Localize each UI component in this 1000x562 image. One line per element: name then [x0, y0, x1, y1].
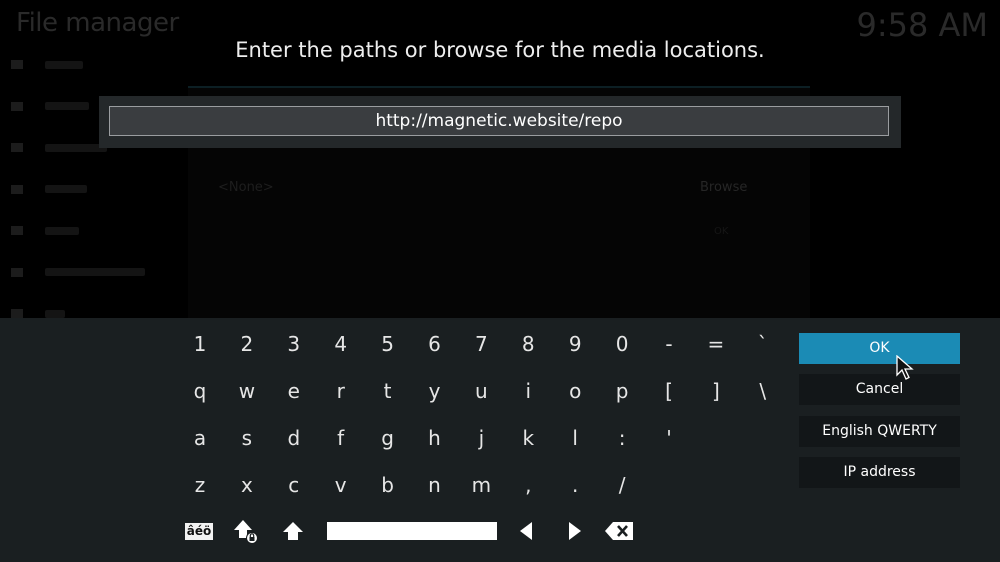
- folder-icon: [11, 101, 23, 111]
- caps-lock-key[interactable]: [228, 516, 264, 546]
- key[interactable]: a: [180, 420, 220, 456]
- key[interactable]: b: [368, 467, 408, 503]
- key[interactable]: o: [555, 373, 595, 409]
- key[interactable]: 8: [508, 326, 548, 362]
- source-path-value: <None>: [218, 180, 274, 195]
- key[interactable]: f: [321, 420, 361, 456]
- key[interactable]: 4: [321, 326, 361, 362]
- key[interactable]: 6: [415, 326, 455, 362]
- key[interactable]: l: [555, 420, 595, 456]
- source-list-item: [0, 252, 180, 294]
- space-bar[interactable]: [327, 522, 497, 540]
- cursor-right-key[interactable]: [557, 516, 593, 546]
- folder-icon: [11, 309, 23, 319]
- key[interactable]: .: [555, 467, 595, 503]
- keyboard-layout-button[interactable]: English QWERTY: [799, 416, 960, 447]
- arrow-right-icon: [569, 522, 581, 540]
- dialog-ok-button: OK: [714, 226, 729, 237]
- key[interactable]: y: [415, 373, 455, 409]
- backspace-icon: [605, 522, 633, 540]
- source-list-item: [0, 210, 180, 252]
- source-list-item-label: [45, 185, 87, 194]
- key[interactable]: =: [696, 326, 736, 362]
- accents-key[interactable]: âéö: [181, 516, 217, 546]
- key[interactable]: g: [368, 420, 408, 456]
- key[interactable]: p: [602, 373, 642, 409]
- key[interactable]: z: [180, 467, 220, 503]
- key[interactable]: n: [415, 467, 455, 503]
- key[interactable]: u: [461, 373, 501, 409]
- key[interactable]: ,: [508, 467, 548, 503]
- arrow-left-icon: [520, 522, 532, 540]
- window-title: File manager: [16, 8, 179, 38]
- key[interactable]: k: [508, 420, 548, 456]
- key[interactable]: e: [274, 373, 314, 409]
- folder-icon: [11, 267, 23, 277]
- key[interactable]: v: [321, 467, 361, 503]
- key[interactable]: c: [274, 467, 314, 503]
- key[interactable]: `: [743, 326, 783, 362]
- source-list-item-label: [45, 143, 107, 152]
- accents-label: âéö: [184, 522, 214, 540]
- key[interactable]: 5: [368, 326, 408, 362]
- source-list-item-label: [45, 268, 145, 277]
- key[interactable]: 1: [180, 326, 220, 362]
- source-list-item-label: [45, 309, 65, 318]
- source-list-item-label: [45, 102, 89, 111]
- key[interactable]: 9: [555, 326, 595, 362]
- browse-button: Browse: [700, 180, 748, 195]
- mouse-pointer-icon: [896, 355, 914, 380]
- ok-button[interactable]: OK: [799, 333, 960, 364]
- source-list: [0, 44, 180, 335]
- key[interactable]: 3: [274, 326, 314, 362]
- dialog-heading: Enter the paths or browse for the media …: [235, 38, 765, 62]
- folder-icon: [11, 226, 23, 236]
- key[interactable]: m: [461, 467, 501, 503]
- shift-lock-icon: [234, 520, 258, 544]
- key[interactable]: d: [274, 420, 314, 456]
- key[interactable]: t: [368, 373, 408, 409]
- cancel-button[interactable]: Cancel: [799, 374, 960, 405]
- key[interactable]: i: [508, 373, 548, 409]
- key[interactable]: r: [321, 373, 361, 409]
- key[interactable]: q: [180, 373, 220, 409]
- source-list-item: [0, 169, 180, 211]
- folder-icon: [11, 184, 23, 194]
- cursor-left-key[interactable]: [508, 516, 544, 546]
- key[interactable]: /: [602, 467, 642, 503]
- key[interactable]: ]: [696, 373, 736, 409]
- key[interactable]: [: [649, 373, 689, 409]
- input-container: http://magnetic.website/repo: [99, 96, 901, 148]
- key[interactable]: ': [649, 420, 689, 456]
- key[interactable]: 2: [227, 326, 267, 362]
- key[interactable]: j: [461, 420, 501, 456]
- key[interactable]: \: [743, 373, 783, 409]
- shift-icon: [283, 522, 303, 540]
- key[interactable]: w: [227, 373, 267, 409]
- ip-address-button[interactable]: IP address: [799, 457, 960, 488]
- folder-icon: [11, 143, 23, 153]
- key[interactable]: :: [602, 420, 642, 456]
- key[interactable]: s: [227, 420, 267, 456]
- key[interactable]: 0: [602, 326, 642, 362]
- key[interactable]: h: [415, 420, 455, 456]
- source-list-item-label: [45, 226, 79, 235]
- key[interactable]: x: [227, 467, 267, 503]
- key[interactable]: -: [649, 326, 689, 362]
- path-input[interactable]: http://magnetic.website/repo: [109, 106, 889, 136]
- backspace-key[interactable]: [601, 516, 637, 546]
- shift-key[interactable]: [275, 516, 311, 546]
- key[interactable]: 7: [461, 326, 501, 362]
